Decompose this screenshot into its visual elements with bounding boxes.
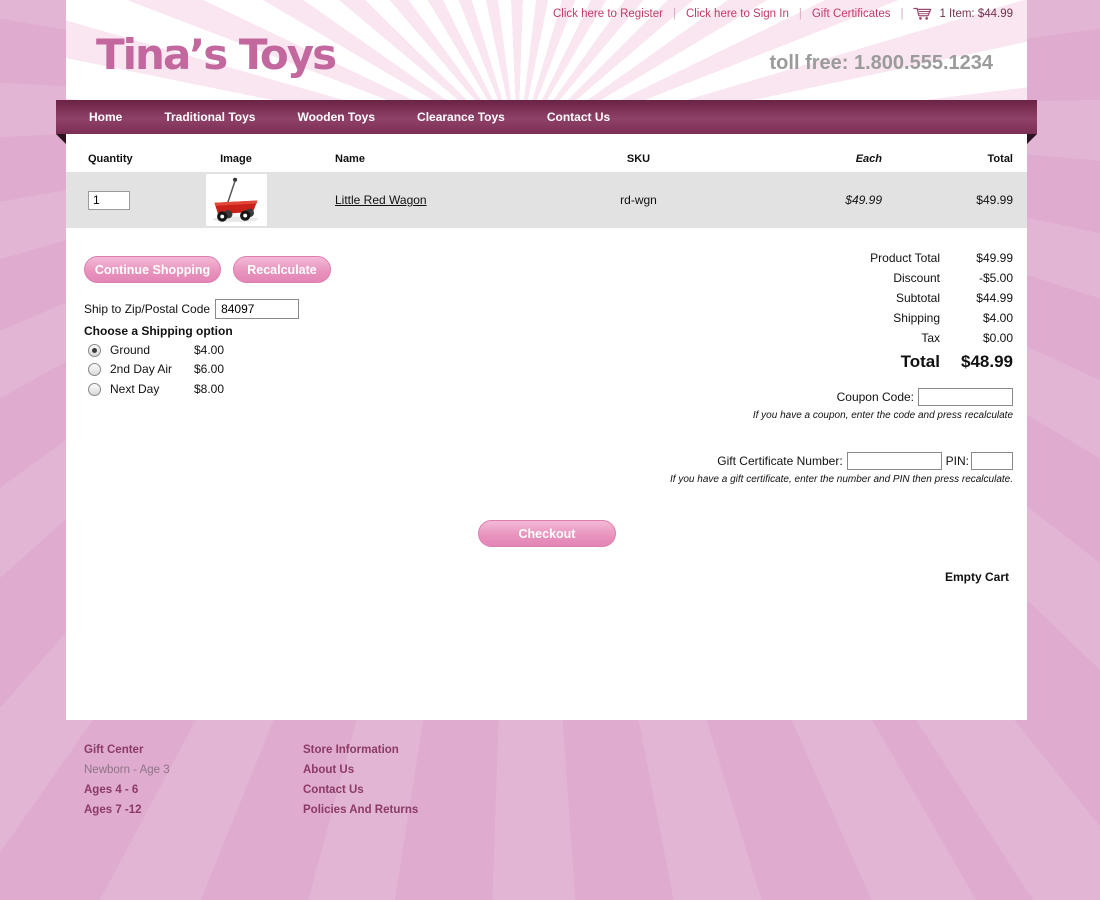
order-totals: Product Total $49.99 Discount -$5.00 Sub…: [713, 248, 1013, 376]
shipping-option-price: $4.00: [194, 343, 224, 357]
total-line-product-total: Product Total $49.99: [713, 248, 1013, 268]
coupon-note: If you have a coupon, enter the code and…: [753, 410, 1013, 421]
total-line-tax: Tax $0.00: [713, 328, 1013, 348]
nav-item-home[interactable]: Home: [68, 110, 143, 124]
product-each-price: $49.99: [771, 193, 891, 207]
product-total-price: $49.99: [891, 193, 1027, 207]
grand-total-value: $48.99: [940, 352, 1013, 372]
footer-store-info-column: Store Information About Us Contact Us Po…: [303, 744, 418, 824]
sign-in-link[interactable]: Click here to Sign In: [686, 8, 789, 20]
footer-link-policies-and-returns[interactable]: Policies And Returns: [303, 804, 418, 816]
total-value: $0.00: [940, 331, 1013, 345]
col-header-image: Image: [186, 153, 286, 165]
footer-link-ages-4-6[interactable]: Ages 4 - 6: [84, 784, 170, 796]
col-header-name: Name: [286, 153, 506, 165]
grand-total-line: Total $48.99: [713, 348, 1013, 376]
coupon-code-input[interactable]: [918, 388, 1013, 406]
zip-code-label: Ship to Zip/Postal Code: [84, 302, 210, 316]
shipping-option-price: $8.00: [194, 382, 224, 396]
site-logo[interactable]: Tina’s Toys: [96, 30, 335, 79]
footer-link-contact-us[interactable]: Contact Us: [303, 784, 418, 796]
toll-free-number: toll free: 1.800.555.1234: [770, 52, 993, 75]
total-value: $44.99: [940, 291, 1013, 305]
shipping-option-label[interactable]: Ground: [110, 343, 194, 357]
shipping-option-2nd-day-air: 2nd Day Air $6.00: [88, 361, 224, 377]
gift-certificate-number-input[interactable]: [847, 452, 942, 470]
total-label: Shipping: [893, 311, 940, 325]
footer: Gift Center Newborn - Age 3 Ages 4 - 6 A…: [0, 720, 1100, 900]
register-link[interactable]: Click here to Register: [553, 8, 663, 20]
col-header-sku: SKU: [506, 153, 771, 165]
utility-bar: Click here to Register | Click here to S…: [553, 6, 1013, 21]
footer-gift-center-column: Gift Center Newborn - Age 3 Ages 4 - 6 A…: [84, 744, 170, 824]
shipping-option-heading: Choose a Shipping option: [84, 324, 233, 338]
separator: |: [799, 8, 802, 20]
coupon-row: Coupon Code:: [837, 388, 1013, 406]
zip-code-row: Ship to Zip/Postal Code: [84, 299, 299, 319]
product-sku: rd-wgn: [506, 193, 771, 207]
total-line-shipping: Shipping $4.00: [713, 308, 1013, 328]
gift-certificates-link[interactable]: Gift Certificates: [812, 8, 891, 20]
zip-code-input[interactable]: [215, 299, 299, 319]
footer-store-information-title: Store Information: [303, 744, 418, 756]
red-wagon-image: [208, 175, 264, 225]
cart-status[interactable]: 1 Item: $44.99: [913, 6, 1013, 21]
coupon-code-label: Coupon Code:: [837, 390, 914, 404]
total-line-subtotal: Subtotal $44.99: [713, 288, 1013, 308]
gift-certificate-pin-label: PIN:: [946, 454, 969, 468]
empty-cart-link[interactable]: Empty Cart: [945, 570, 1009, 584]
product-image[interactable]: [206, 174, 267, 226]
ribbon-fold-right: [1027, 134, 1037, 144]
nav-item-wooden-toys[interactable]: Wooden Toys: [276, 110, 396, 124]
total-value: $4.00: [940, 311, 1013, 325]
nav-item-traditional-toys[interactable]: Traditional Toys: [143, 110, 276, 124]
gift-certificate-note: If you have a gift certificate, enter th…: [670, 474, 1013, 485]
product-name-link[interactable]: Little Red Wagon: [335, 193, 427, 207]
total-label: Discount: [893, 271, 940, 285]
ribbon-fold-left: [56, 134, 66, 144]
gift-certificate-pin-input[interactable]: [971, 452, 1013, 470]
footer-link-newborn-age-3[interactable]: Newborn - Age 3: [84, 764, 170, 776]
cart-table-row: Little Red Wagon rd-wgn $49.99 $49.99: [66, 172, 1027, 228]
checkout-button[interactable]: Checkout: [478, 520, 616, 547]
total-value: -$5.00: [940, 271, 1013, 285]
footer-gift-center-title[interactable]: Gift Center: [84, 744, 170, 756]
total-value: $49.99: [940, 251, 1013, 265]
total-line-discount: Discount -$5.00: [713, 268, 1013, 288]
cart-summary-text: 1 Item: $44.99: [939, 8, 1013, 20]
cart-table-header: Quantity Image Name SKU Each Total: [66, 153, 1027, 165]
shipping-option-label[interactable]: Next Day: [110, 382, 194, 396]
shipping-option-next-day: Next Day $8.00: [88, 381, 224, 397]
recalculate-button[interactable]: Recalculate: [233, 256, 331, 283]
shipping-option-ground: Ground $4.00: [88, 342, 224, 358]
total-label: Tax: [921, 331, 940, 345]
shipping-option-label[interactable]: 2nd Day Air: [110, 362, 194, 376]
gift-certificate-row: Gift Certificate Number: PIN:: [717, 452, 1013, 470]
separator: |: [673, 8, 676, 20]
col-header-total: Total: [891, 153, 1027, 165]
cart-icon: [913, 6, 933, 21]
content-area: Click here to Register | Click here to S…: [66, 0, 1027, 720]
page: Click here to Register | Click here to S…: [0, 0, 1100, 900]
radio-2nd-day-air[interactable]: [88, 363, 101, 376]
col-header-quantity: Quantity: [66, 153, 186, 165]
nav-item-clearance-toys[interactable]: Clearance Toys: [396, 110, 526, 124]
total-label: Subtotal: [896, 291, 940, 305]
main-nav: Home Traditional Toys Wooden Toys Cleara…: [56, 100, 1037, 134]
grand-total-label: Total: [901, 352, 940, 372]
gift-certificate-number-label: Gift Certificate Number:: [717, 454, 842, 468]
radio-next-day[interactable]: [88, 383, 101, 396]
col-header-each: Each: [771, 153, 891, 165]
shipping-option-price: $6.00: [194, 362, 224, 376]
nav-item-contact-us[interactable]: Contact Us: [526, 110, 631, 124]
footer-link-about-us[interactable]: About Us: [303, 764, 418, 776]
radio-ground[interactable]: [88, 344, 101, 357]
footer-link-ages-7-12[interactable]: Ages 7 -12: [84, 804, 170, 816]
continue-shopping-button[interactable]: Continue Shopping: [84, 256, 221, 283]
separator: |: [900, 8, 903, 20]
quantity-input[interactable]: [88, 191, 130, 210]
total-label: Product Total: [870, 251, 940, 265]
